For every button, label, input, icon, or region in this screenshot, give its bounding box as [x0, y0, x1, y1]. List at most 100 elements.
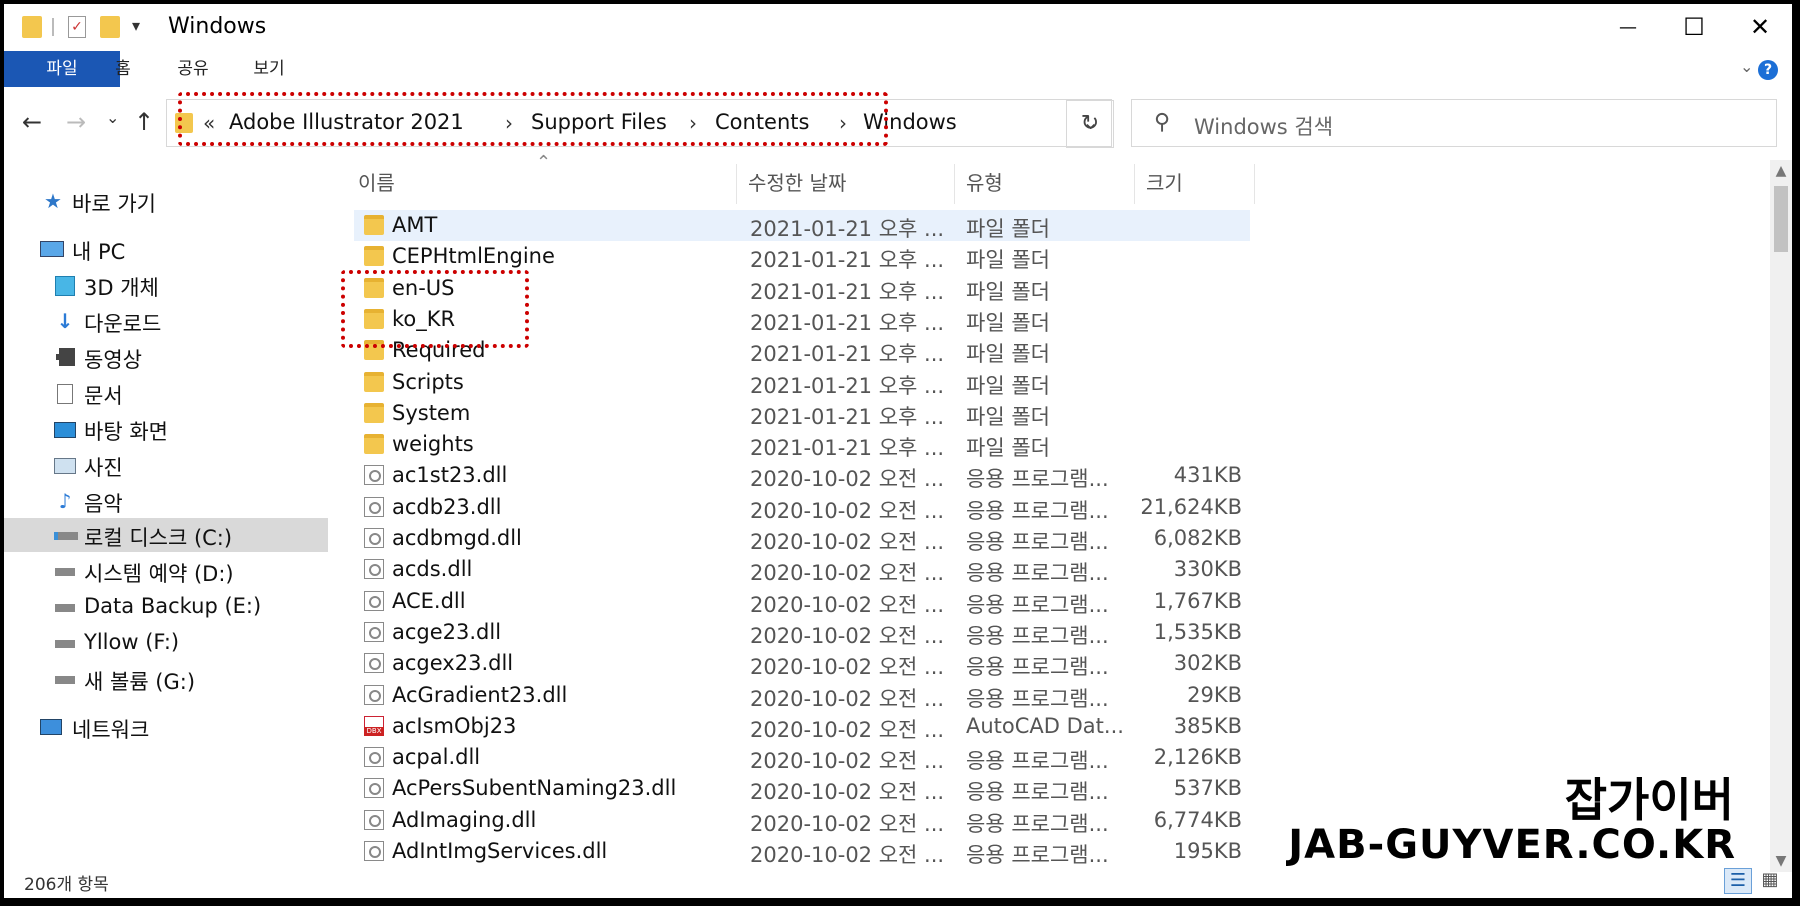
file-name: acge23.dll [392, 619, 502, 644]
column-header-date[interactable]: 수정한 날짜 [748, 162, 846, 204]
ribbon-expand-icon[interactable]: ⌄ [1740, 57, 1753, 76]
file-row[interactable]: acpal.dll 2020-10-02 오전 ... 응용 프로그램... 2,12… [354, 742, 1250, 773]
file-date: 2020-10-02 오전 ... [750, 686, 945, 711]
breadcrumb-overflow-icon[interactable]: « [203, 111, 215, 135]
column-divider[interactable] [1254, 164, 1255, 204]
file-row[interactable]: acgex23.dll 2020-10-02 오전 ... 응용 프로그램... 30… [354, 648, 1250, 679]
nav-item-this-pc[interactable]: 내 PC [4, 232, 328, 266]
breadcrumb-contents[interactable]: Contents [715, 110, 809, 134]
file-date: 2020-10-02 오전 ... [750, 592, 945, 617]
nav-item-videos[interactable]: 동영상 [4, 340, 328, 374]
file-row[interactable]: AMT 2021-01-21 오후 ... 파일 폴더 [354, 210, 1250, 241]
folder-icon [22, 16, 42, 38]
nav-item-data-backup-e[interactable]: Data Backup (E:) [4, 590, 328, 624]
nav-item-new-volume-g[interactable]: 새 볼륨 (G:) [4, 662, 328, 696]
drive-icon [54, 524, 78, 546]
nav-label: 음악 [84, 492, 123, 516]
breadcrumb-support-files[interactable]: Support Files [531, 110, 667, 134]
help-icon[interactable]: ? [1758, 60, 1778, 80]
vertical-scrollbar[interactable]: ▲ ▼ [1770, 160, 1792, 872]
nav-item-3d-objects[interactable]: 3D 개체 [4, 268, 328, 302]
minimize-button[interactable]: — [1594, 4, 1662, 51]
nav-item-local-disk-c[interactable]: 로컬 디스크 (C:) [4, 518, 328, 552]
nav-item-documents[interactable]: 문서 [4, 376, 328, 410]
drive-icon [54, 632, 76, 654]
tab-share[interactable]: 공유 [168, 51, 218, 87]
search-icon: ⚲ [1154, 110, 1171, 135]
back-button[interactable]: ← [22, 108, 42, 136]
maximize-button[interactable]: ☐ [1660, 4, 1728, 51]
column-divider[interactable] [954, 164, 955, 204]
file-row[interactable]: acge23.dll 2020-10-02 오전 ... 응용 프로그램... 1,5… [354, 617, 1250, 648]
column-header-size[interactable]: 크기 [1146, 162, 1183, 204]
recent-locations-button[interactable]: ⌄ [106, 108, 119, 127]
dll-icon [364, 528, 384, 548]
file-type: 파일 폴더 [966, 404, 1050, 429]
dll-icon [364, 465, 384, 486]
file-row[interactable]: Required 2021-01-21 오후 ... 파일 폴더 [354, 335, 1250, 366]
new-folder-icon[interactable] [100, 16, 120, 38]
file-type: 응용 프로그램... [966, 749, 1109, 774]
file-date: 2020-10-02 오전 ... [750, 530, 945, 554]
breadcrumb-separator[interactable]: › [505, 111, 513, 135]
file-row[interactable]: en-US 2021-01-21 오후 ... 파일 폴더 [354, 273, 1250, 304]
file-row[interactable]: System 2021-01-21 오후 ... 파일 폴더 [354, 398, 1250, 429]
file-name: acdb23.dll [392, 494, 502, 519]
file-size: 431KB [1173, 463, 1242, 488]
file-type: 응용 프로그램... [966, 780, 1109, 805]
search-input[interactable]: Windows 검색 [1194, 111, 1333, 141]
file-row[interactable]: AdImaging.dll 2020-10-02 오전 ... 응용 프로그램...… [354, 805, 1250, 836]
star-icon: ★ [44, 189, 62, 213]
file-row[interactable]: ko_KR 2021-01-21 오후 ... 파일 폴더 [354, 304, 1250, 335]
file-row[interactable]: CEPHtmlEngine 2021-01-21 오후 ... 파일 폴더 [354, 241, 1250, 272]
up-button[interactable]: ↑ [134, 108, 154, 136]
nav-item-yllow-f[interactable]: Yllow (F:) [4, 626, 328, 660]
file-date: 2021-01-21 오후 ... [750, 310, 945, 335]
file-name: AcGradient23.dll [392, 682, 568, 707]
refresh-button[interactable]: ↻ [1066, 100, 1114, 148]
search-box[interactable]: ⚲ Windows 검색 [1131, 99, 1777, 147]
nav-label: 바탕 화면 [84, 420, 168, 444]
column-divider[interactable] [1134, 164, 1135, 204]
nav-item-downloads[interactable]: ↓ 다운로드 [4, 304, 328, 338]
tab-home[interactable]: 홈 [100, 51, 146, 87]
nav-item-system-reserved-d[interactable]: 시스템 예약 (D:) [4, 554, 328, 588]
breadcrumb-separator[interactable]: › [689, 111, 697, 135]
file-row[interactable]: AcPersSubentNaming23.dll 2020-10-02 오전 ..… [354, 773, 1250, 804]
scrollbar-thumb[interactable] [1774, 186, 1788, 252]
scroll-up-icon[interactable]: ▲ [1770, 160, 1792, 182]
column-divider[interactable] [736, 164, 737, 204]
file-date: 2021-01-21 오후 ... [750, 373, 945, 398]
close-button[interactable]: ✕ [1726, 4, 1792, 51]
file-row[interactable]: ACE.dll 2020-10-02 오전 ... 응용 프로그램... 1,767K… [354, 586, 1250, 617]
customize-toolbar-icon[interactable]: ▾ [132, 16, 140, 35]
large-icons-view-icon[interactable]: ▦ [1756, 868, 1784, 894]
tab-view[interactable]: 보기 [244, 51, 294, 87]
file-date: 2020-10-02 오전 ... [750, 561, 945, 586]
file-row[interactable]: acIsmObj23 2020-10-02 오전 ... AutoCAD Dat..… [354, 711, 1250, 742]
nav-item-pictures[interactable]: 사진 [4, 448, 328, 482]
breadcrumb-separator[interactable]: › [839, 111, 847, 135]
breadcrumb-windows[interactable]: Windows [863, 110, 957, 134]
nav-item-music[interactable]: ♪ 음악 [4, 484, 328, 518]
nav-item-network[interactable]: 네트워크 [4, 710, 328, 744]
file-row[interactable]: ac1st23.dll 2020-10-02 오전 ... 응용 프로그램... 43… [354, 460, 1250, 491]
file-row[interactable]: acdbmgd.dll 2020-10-02 오전 ... 응용 프로그램... 6,… [354, 523, 1250, 554]
file-row[interactable]: acds.dll 2020-10-02 오전 ... 응용 프로그램... 330KB [354, 554, 1250, 585]
nav-item-desktop[interactable]: 바탕 화면 [4, 412, 328, 446]
column-header-name[interactable]: 이름 [358, 162, 395, 204]
file-row[interactable]: weights 2021-01-21 오후 ... 파일 폴더 [354, 429, 1250, 460]
file-row[interactable]: acdb23.dll 2020-10-02 오전 ... 응용 프로그램... 21,… [354, 492, 1250, 523]
breadcrumb-adobe-illustrator[interactable]: Adobe Illustrator 2021 [229, 110, 464, 134]
column-header-type[interactable]: 유형 [966, 162, 1003, 204]
file-row[interactable]: Scripts 2021-01-21 오후 ... 파일 폴더 [354, 367, 1250, 398]
address-bar[interactable]: « Adobe Illustrator 2021 › Support Files… [166, 99, 1112, 147]
properties-icon[interactable]: ✓ [68, 16, 86, 38]
file-row[interactable]: AdIntImgServices.dll 2020-10-02 오전 ... 응용 … [354, 836, 1250, 867]
forward-button[interactable]: → [66, 108, 86, 136]
folder-icon [364, 434, 384, 455]
music-icon: ♪ [58, 489, 72, 513]
details-view-icon[interactable]: ☰ [1724, 868, 1752, 894]
file-row[interactable]: AcGradient23.dll 2020-10-02 오전 ... 응용 프로그램… [354, 680, 1250, 711]
nav-item-quick-access[interactable]: ★ 바로 가기 [4, 184, 328, 218]
